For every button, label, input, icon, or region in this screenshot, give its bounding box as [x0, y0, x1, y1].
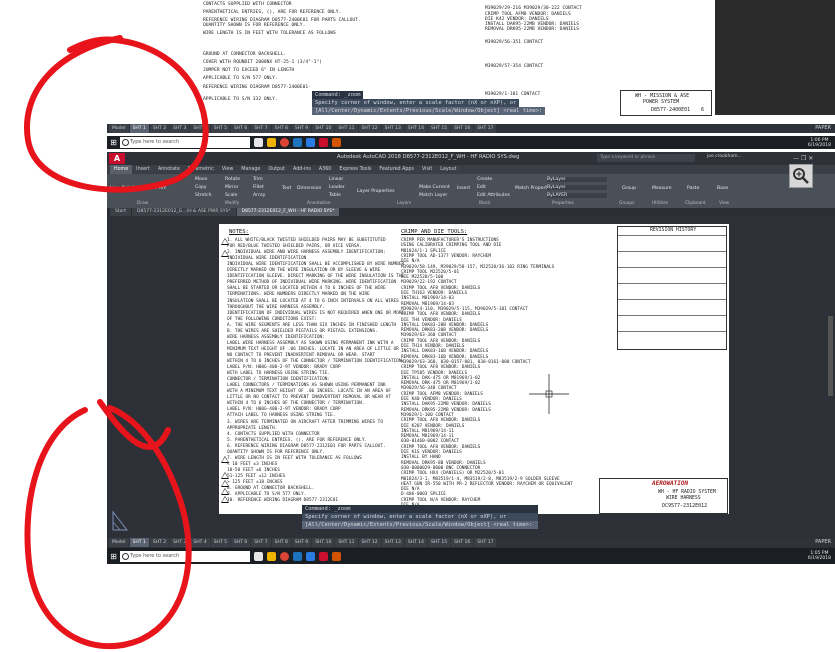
- red-circle-annotations: [23, 35, 209, 650]
- red-circle-top-icon: [23, 35, 209, 193]
- red-circle-bottom-icon: [24, 399, 192, 650]
